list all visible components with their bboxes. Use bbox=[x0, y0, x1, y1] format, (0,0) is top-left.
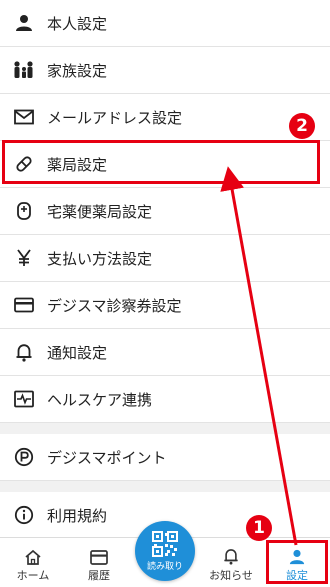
step-1-badge: 1 bbox=[246, 515, 272, 541]
annotation-arrow bbox=[220, 166, 298, 546]
step-2-badge: 2 bbox=[289, 113, 315, 139]
